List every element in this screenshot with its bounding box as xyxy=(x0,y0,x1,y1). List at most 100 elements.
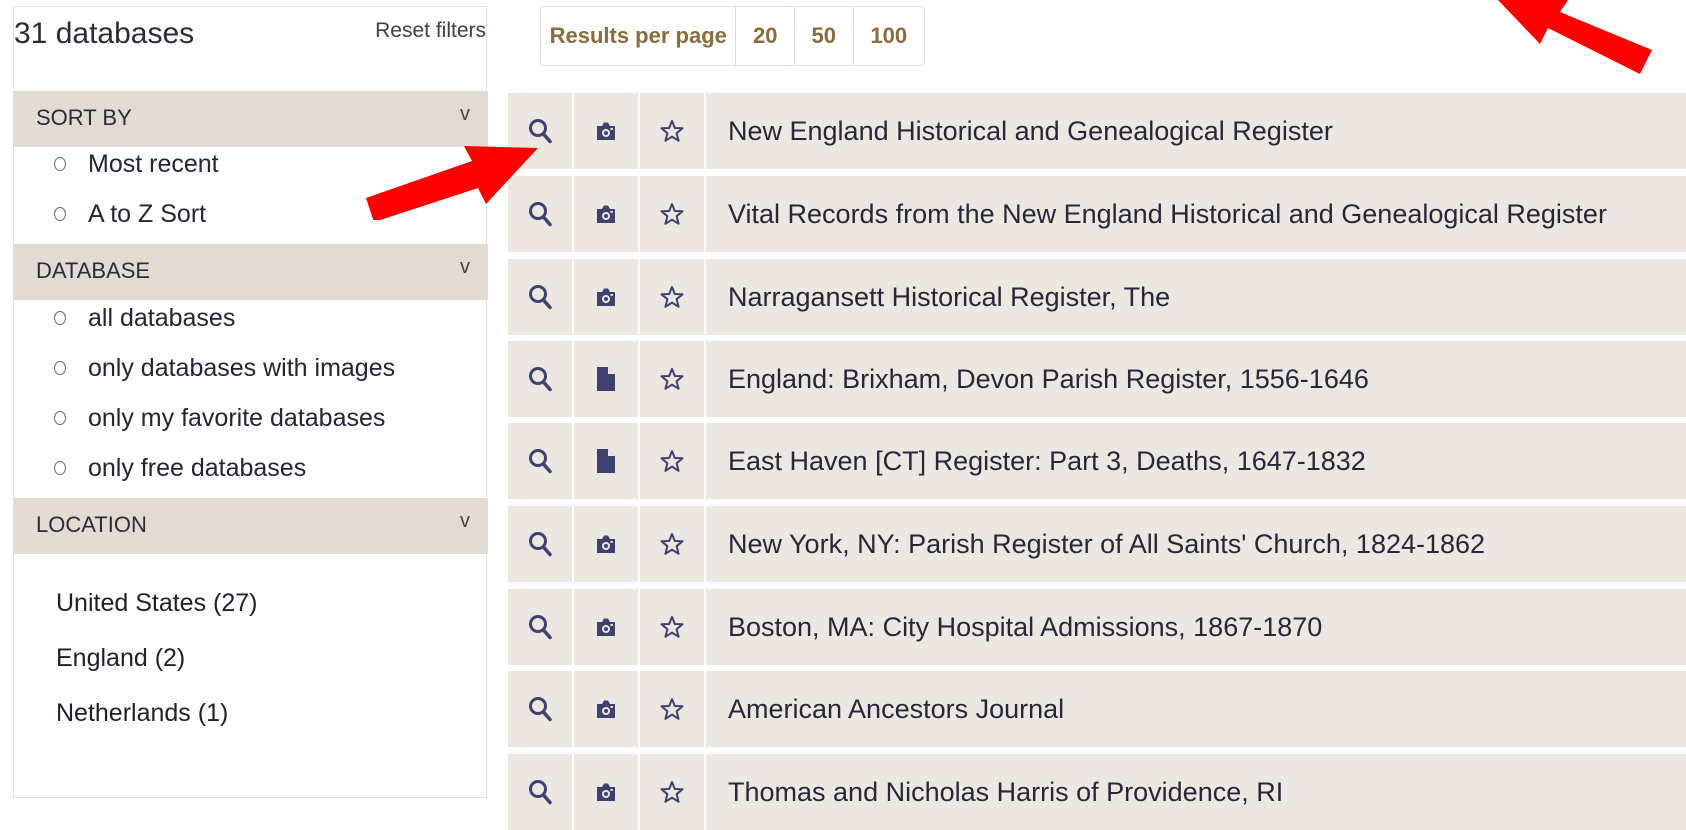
database-title-link[interactable]: England: Brixham, Devon Parish Register,… xyxy=(728,341,1369,417)
database-title-link[interactable]: New York, NY: Parish Register of All Sai… xyxy=(728,506,1485,582)
database-title-link[interactable]: Boston, MA: City Hospital Admissions, 18… xyxy=(728,589,1322,665)
favorite-button[interactable] xyxy=(640,341,706,417)
database-title-link[interactable]: Thomas and Nicholas Harris of Providence… xyxy=(728,754,1283,830)
star-icon xyxy=(660,286,684,308)
search-database-button[interactable] xyxy=(508,259,574,335)
radio-icon xyxy=(54,311,66,325)
database-option-with-images[interactable]: only databases with images xyxy=(54,348,395,388)
star-icon xyxy=(660,203,684,225)
star-icon xyxy=(660,781,684,803)
search-database-button[interactable] xyxy=(508,341,574,417)
per-page-100[interactable]: 100 xyxy=(852,7,924,65)
result-row: New York, NY: Parish Register of All Sai… xyxy=(508,506,1686,582)
search-database-button[interactable] xyxy=(508,423,574,499)
favorite-button[interactable] xyxy=(640,754,706,830)
images-type-button[interactable] xyxy=(574,589,640,665)
search-database-button[interactable] xyxy=(508,176,574,252)
option-label: A to Z Sort xyxy=(88,199,207,228)
database-count: 31 databases xyxy=(14,17,195,50)
search-database-button[interactable] xyxy=(508,93,574,169)
results-per-page: Results per page 20 50 100 xyxy=(540,6,925,66)
search-icon xyxy=(529,119,552,144)
location-united-states[interactable]: United States (27) xyxy=(56,589,258,618)
result-row: East Haven [CT] Register: Part 3, Deaths… xyxy=(508,423,1686,499)
star-icon xyxy=(660,533,684,555)
option-label: only free databases xyxy=(88,453,307,482)
star-icon xyxy=(660,616,684,638)
location-header[interactable]: LOCATION v xyxy=(14,498,488,554)
images-type-button[interactable] xyxy=(574,259,640,335)
images-type-button[interactable] xyxy=(574,93,640,169)
images-type-button[interactable] xyxy=(574,671,640,747)
search-database-button[interactable] xyxy=(508,506,574,582)
database-option-all[interactable]: all databases xyxy=(54,298,235,338)
document-icon xyxy=(597,449,615,473)
star-icon xyxy=(660,120,684,142)
document-type-button[interactable] xyxy=(574,341,640,417)
chevron-down-icon: v xyxy=(460,256,470,278)
radio-icon xyxy=(54,207,66,221)
images-type-button[interactable] xyxy=(574,506,640,582)
search-icon xyxy=(529,285,552,310)
sort-option-most-recent[interactable]: Most recent xyxy=(54,144,219,184)
search-database-button[interactable] xyxy=(508,589,574,665)
option-label: only databases with images xyxy=(88,353,396,382)
star-icon xyxy=(660,450,684,472)
favorite-button[interactable] xyxy=(640,176,706,252)
result-row: New England Historical and Genealogical … xyxy=(508,93,1686,169)
option-label: only my favorite databases xyxy=(88,403,386,432)
database-header[interactable]: DATABASE v xyxy=(14,244,488,300)
result-row: Narragansett Historical Register, The xyxy=(508,259,1686,335)
result-row: England: Brixham, Devon Parish Register,… xyxy=(508,341,1686,417)
result-row: Vital Records from the New England Histo… xyxy=(508,176,1686,252)
database-title-link[interactable]: American Ancestors Journal xyxy=(728,671,1064,747)
favorite-button[interactable] xyxy=(640,93,706,169)
database-option-free[interactable]: only free databases xyxy=(54,448,306,488)
star-icon xyxy=(660,368,684,390)
radio-icon xyxy=(54,361,66,375)
option-label: all databases xyxy=(88,303,236,332)
radio-icon xyxy=(54,157,66,171)
search-icon xyxy=(529,367,552,392)
reset-filters-link[interactable]: Reset filters xyxy=(375,19,486,43)
chevron-down-icon: v xyxy=(460,103,470,125)
favorite-button[interactable] xyxy=(640,259,706,335)
camera-icon xyxy=(597,618,615,636)
chevron-down-icon: v xyxy=(460,510,470,532)
search-icon xyxy=(529,532,552,557)
database-title-link[interactable]: Vital Records from the New England Histo… xyxy=(728,176,1607,252)
camera-icon xyxy=(597,535,615,553)
document-type-button[interactable] xyxy=(574,423,640,499)
favorite-button[interactable] xyxy=(640,506,706,582)
images-type-button[interactable] xyxy=(574,754,640,830)
search-icon xyxy=(529,449,552,474)
result-row: Boston, MA: City Hospital Admissions, 18… xyxy=(508,589,1686,665)
results-per-page-label: Results per page xyxy=(549,23,727,48)
camera-icon xyxy=(597,783,615,801)
document-icon xyxy=(597,367,615,391)
database-option-favorites[interactable]: only my favorite databases xyxy=(54,398,385,438)
radio-icon xyxy=(54,461,66,475)
location-england[interactable]: England (2) xyxy=(56,644,185,673)
favorite-button[interactable] xyxy=(640,671,706,747)
annotation-arrow-top-right xyxy=(1498,0,1652,74)
sort-option-a-to-z[interactable]: A to Z Sort xyxy=(54,194,206,234)
search-database-button[interactable] xyxy=(508,671,574,747)
images-type-button[interactable] xyxy=(574,176,640,252)
sort-by-header[interactable]: SORT BY v xyxy=(14,91,488,147)
favorite-button[interactable] xyxy=(640,589,706,665)
sidebar-header: 31 databases Reset filters xyxy=(14,7,486,91)
search-database-button[interactable] xyxy=(508,754,574,830)
per-page-50[interactable]: 50 xyxy=(794,7,853,65)
result-row: American Ancestors Journal xyxy=(508,671,1686,747)
location-netherlands[interactable]: Netherlands (1) xyxy=(56,699,228,728)
favorite-button[interactable] xyxy=(640,423,706,499)
sort-by-label: SORT BY xyxy=(36,105,132,130)
database-title-link[interactable]: Narragansett Historical Register, The xyxy=(728,259,1170,335)
star-icon xyxy=(660,698,684,720)
per-page-20[interactable]: 20 xyxy=(735,7,794,65)
database-title-link[interactable]: New England Historical and Genealogical … xyxy=(728,93,1333,169)
filter-sidebar: 31 databases Reset filters SORT BY v Mos… xyxy=(13,6,488,798)
database-title-link[interactable]: East Haven [CT] Register: Part 3, Deaths… xyxy=(728,423,1366,499)
result-row: Thomas and Nicholas Harris of Providence… xyxy=(508,754,1686,830)
